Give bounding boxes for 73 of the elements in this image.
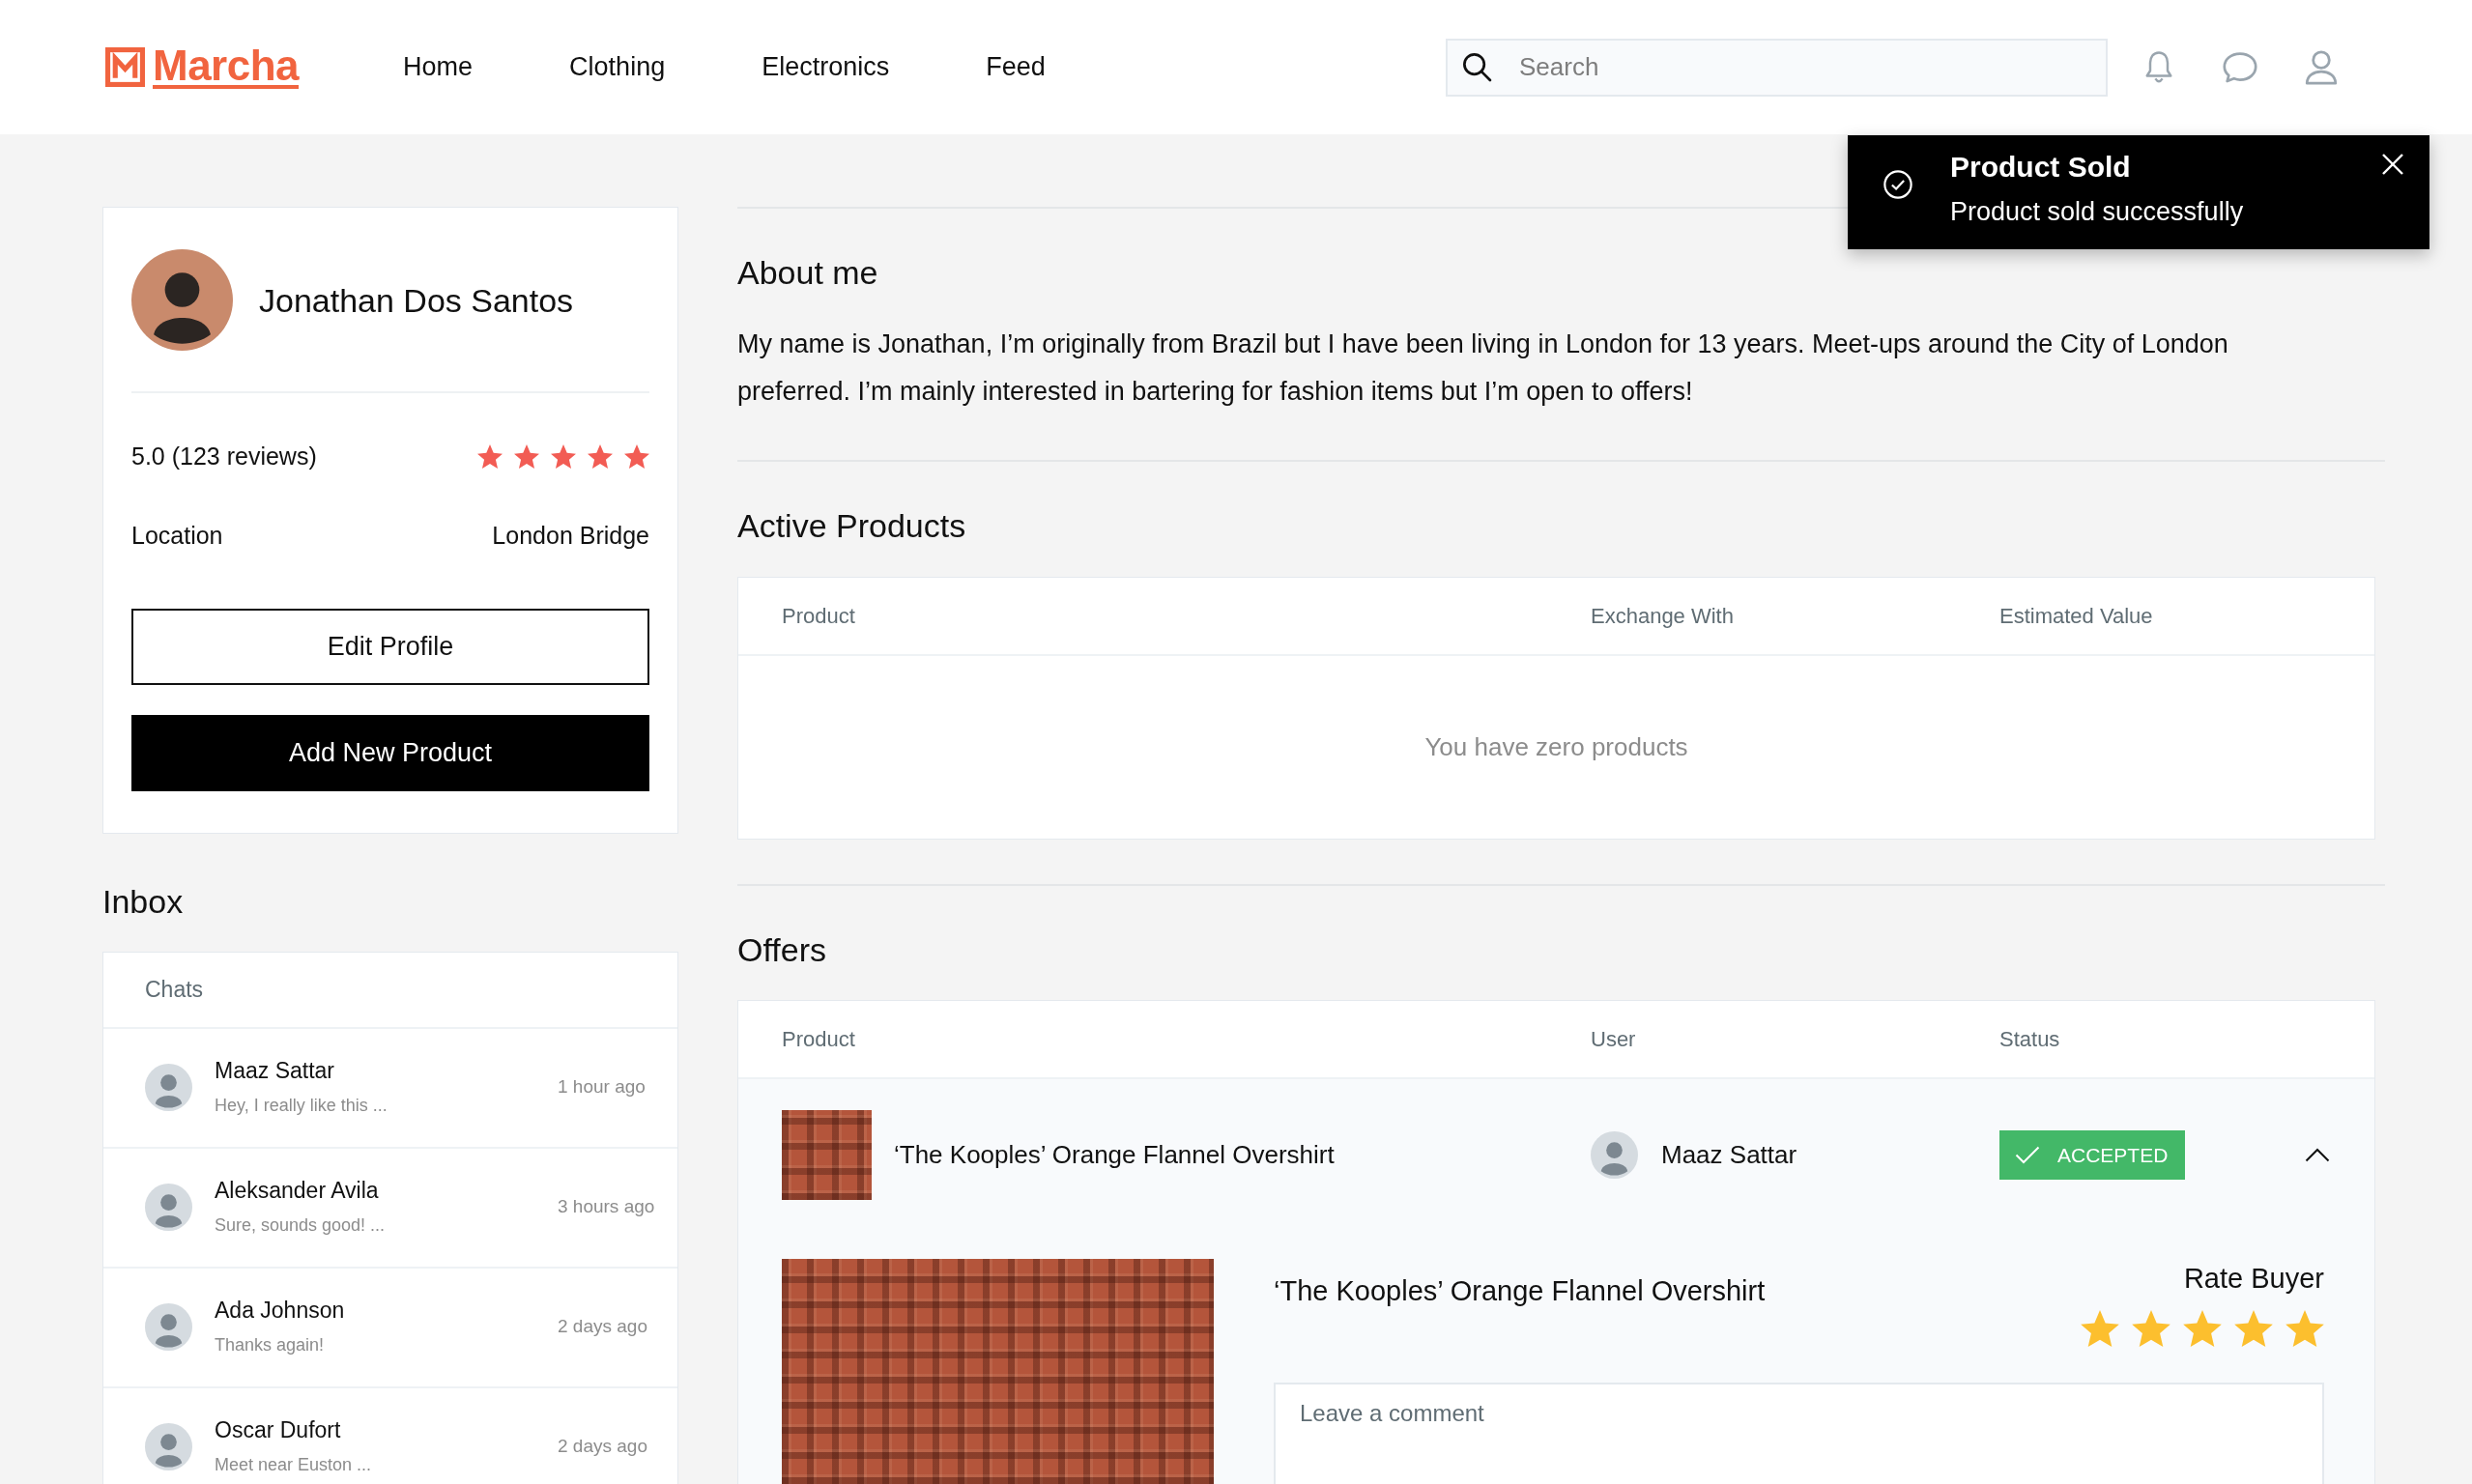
- offer-row[interactable]: ‘The Kooples’ Orange Flannel Overshirt Maaz Sattar ACCEPTED: [738, 1079, 2374, 1231]
- nav-link[interactable]: Home: [403, 52, 474, 82]
- chat-item[interactable]: Maaz Sattar Hey, I really like this ... 1 hour ago: [103, 1029, 677, 1149]
- product-title: ‘The Kooples’ Orange Flannel Overshirt: [1274, 1274, 1766, 1307]
- column-header: Exchange With: [1591, 603, 1734, 629]
- star-icon[interactable]: [2132, 1310, 2170, 1347]
- user-icon[interactable]: [2304, 49, 2339, 85]
- about-text: My name is Jonathan, I’m originally from Brazil but I have been living in London for 13 years. Meet-ups around the City of London preferred. I’m mainly interested in bartering for fashion items but I’m open to offers!: [737, 328, 2229, 408]
- avatar-icon: [145, 1303, 192, 1351]
- status-label: ACCEPTED: [2057, 1143, 2169, 1167]
- star-icon: [551, 443, 576, 469]
- check-icon: [2015, 1146, 2040, 1164]
- message-time: 2 days ago: [558, 1315, 648, 1338]
- avatar-icon: [145, 1184, 192, 1231]
- rating-text: 5.0 (123 reviews): [131, 442, 317, 471]
- chat-bubble-icon[interactable]: [2223, 49, 2257, 85]
- product-name: ‘The Kooples’ Orange Flannel Overshirt: [894, 1140, 1335, 1170]
- section-title: About me: [737, 253, 878, 292]
- column-header: Status: [1999, 1026, 2060, 1052]
- nav-link[interactable]: Electronics: [762, 52, 890, 82]
- message-time: 3 hours ago: [558, 1195, 656, 1218]
- star-icon: [624, 443, 649, 469]
- toast-title: Product Sold: [1950, 150, 2131, 185]
- column-header: Product: [782, 1026, 855, 1052]
- comment-field[interactable]: Leave a comment: [1274, 1383, 2324, 1484]
- user-name: Maaz Sattar: [1661, 1140, 1797, 1170]
- nav-link[interactable]: Feed: [986, 52, 1046, 82]
- search-icon: [1463, 52, 1492, 82]
- secondary-button[interactable]: Edit Profile: [131, 609, 649, 685]
- star-icon[interactable]: [2234, 1310, 2273, 1347]
- logo-icon[interactable]: [105, 47, 145, 87]
- star-icon[interactable]: [2183, 1310, 2222, 1347]
- close-icon[interactable]: [2382, 154, 2403, 175]
- star-icon[interactable]: [2081, 1310, 2119, 1347]
- message-time: 2 days ago: [558, 1435, 648, 1458]
- chevron-up-icon[interactable]: [2305, 1148, 2330, 1162]
- star-icon: [514, 443, 539, 469]
- chat-item[interactable]: Aleksander Avila Sure, sounds good! ... 3 hours ago: [103, 1149, 677, 1269]
- avatar-icon: [131, 249, 233, 351]
- section-title: Inbox: [102, 882, 184, 921]
- message-preview: Thanks again!: [215, 1334, 325, 1356]
- chat-item[interactable]: Oscar Dufort Meet near Euston ... 2 days ago: [103, 1388, 677, 1484]
- avatar-icon: [1591, 1131, 1638, 1179]
- section-title: Offers: [737, 930, 826, 969]
- column-header: User: [1591, 1026, 1636, 1052]
- primary-button[interactable]: Add New Product: [131, 715, 649, 791]
- section-title: Active Products: [737, 506, 966, 545]
- message-preview: Meet near Euston ...: [215, 1454, 372, 1476]
- message-preview: Sure, sounds good! ...: [215, 1214, 386, 1237]
- search-field[interactable]: Search: [1446, 38, 2108, 97]
- avatar-icon: [145, 1064, 192, 1111]
- star-icon: [588, 443, 613, 469]
- message-preview: Hey, I really like this ...: [215, 1095, 388, 1117]
- message-time: 1 hour ago: [558, 1075, 647, 1099]
- contact-name: Maaz Sattar: [215, 1057, 334, 1085]
- column-header: Estimated Value: [1999, 603, 2153, 629]
- check-circle-icon: [1883, 170, 1912, 199]
- toast-message: Product sold successfully: [1950, 196, 2244, 227]
- nav-link[interactable]: Clothing: [569, 52, 666, 82]
- avatar-icon: [145, 1423, 192, 1470]
- chats-header: Chats: [145, 977, 204, 1003]
- empty-state-text: You have zero products: [1424, 732, 1688, 762]
- star-icon: [477, 443, 503, 469]
- contact-name: Oscar Dufort: [215, 1416, 341, 1444]
- chat-item[interactable]: Ada Johnson Thanks again! 2 days ago: [103, 1269, 677, 1388]
- star-icon[interactable]: [2285, 1310, 2324, 1347]
- location-label: Location: [131, 521, 223, 550]
- location-value: London Bridge: [492, 521, 649, 550]
- contact-name: Ada Johnson: [215, 1297, 345, 1325]
- contact-name: Aleksander Avila: [215, 1177, 379, 1205]
- rate-buyer-label: Rate Buyer: [2183, 1262, 2324, 1295]
- column-header: Product: [782, 603, 855, 629]
- profile-name: Jonathan Dos Santos: [259, 280, 574, 320]
